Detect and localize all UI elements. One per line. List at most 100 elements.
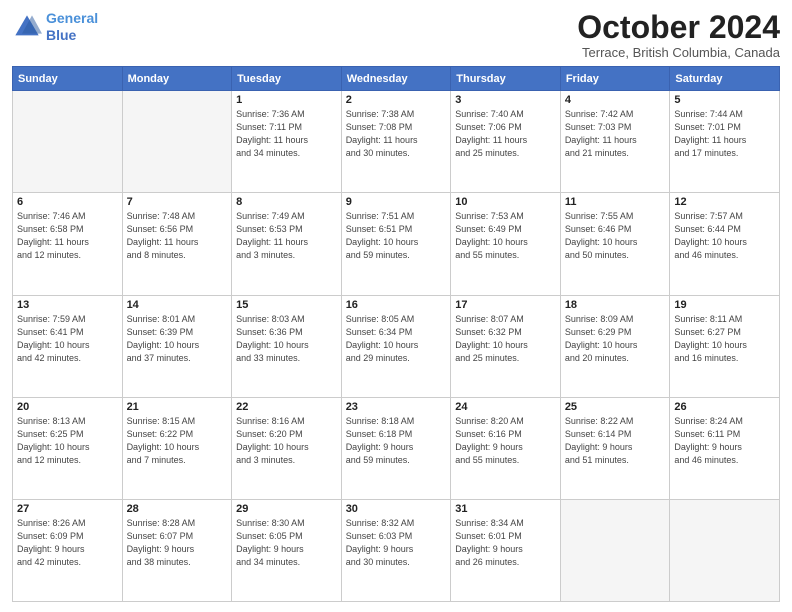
day-number: 21 (127, 401, 228, 413)
day-number: 26 (674, 401, 775, 413)
day-number: 11 (565, 196, 666, 208)
day-info: Sunrise: 7:46 AMSunset: 6:58 PMDaylight:… (17, 210, 118, 262)
day-number: 27 (17, 503, 118, 515)
day-number: 3 (455, 94, 556, 106)
day-number: 16 (346, 299, 447, 311)
day-info: Sunrise: 7:48 AMSunset: 6:56 PMDaylight:… (127, 210, 228, 262)
calendar-cell: 17Sunrise: 8:07 AMSunset: 6:32 PMDayligh… (451, 295, 561, 397)
calendar-cell: 7 Sunrise: 7:48 AMSunset: 6:56 PMDaylight… (122, 193, 232, 295)
calendar-cell: 20 Sunrise: 8:13 AMSunset: 6:25 PMDayligh… (13, 397, 123, 499)
day-info: Sunrise: 8:13 AMSunset: 6:25 PMDaylight:… (17, 415, 118, 467)
calendar-cell: 19 Sunrise: 8:11 AMSunset: 6:27 PMDayligh… (670, 295, 780, 397)
day-info: Sunrise: 8:24 AMSunset: 6:11 PMDaylight:… (674, 415, 775, 467)
day-number: 17 (455, 299, 556, 311)
logo: General Blue (12, 10, 98, 44)
day-info: Sunrise: 7:40 AMSunset: 7:06 PMDaylight:… (455, 108, 556, 160)
calendar-cell: 2Sunrise: 7:38 AMSunset: 7:08 PMDaylight… (341, 91, 451, 193)
day-number: 5 (674, 94, 775, 106)
calendar-week-2: 6 Sunrise: 7:46 AMSunset: 6:58 PMDaylight… (13, 193, 780, 295)
calendar-week-4: 20 Sunrise: 8:13 AMSunset: 6:25 PMDayligh… (13, 397, 780, 499)
day-number: 7 (127, 196, 228, 208)
day-number: 22 (236, 401, 337, 413)
day-number: 12 (674, 196, 775, 208)
calendar-cell: 10Sunrise: 7:53 AMSunset: 6:49 PMDayligh… (451, 193, 561, 295)
calendar-cell: 26 Sunrise: 8:24 AMSunset: 6:11 PMDayligh… (670, 397, 780, 499)
day-info: Sunrise: 8:16 AMSunset: 6:20 PMDaylight:… (236, 415, 337, 467)
day-info: Sunrise: 8:15 AMSunset: 6:22 PMDaylight:… (127, 415, 228, 467)
day-number: 29 (236, 503, 337, 515)
day-info: Sunrise: 7:44 AMSunset: 7:01 PMDaylight:… (674, 108, 775, 160)
calendar-cell: 23 Sunrise: 8:18 AMSunset: 6:18 PMDayligh… (341, 397, 451, 499)
calendar-cell: 1Sunrise: 7:36 AMSunset: 7:11 PMDaylight… (232, 91, 342, 193)
day-number: 19 (674, 299, 775, 311)
calendar-cell: 3 Sunrise: 7:40 AMSunset: 7:06 PMDaylight… (451, 91, 561, 193)
calendar-cell: 15Sunrise: 8:03 AMSunset: 6:36 PMDayligh… (232, 295, 342, 397)
calendar-cell: 8 Sunrise: 7:49 AMSunset: 6:53 PMDaylight… (232, 193, 342, 295)
day-number: 14 (127, 299, 228, 311)
title-area: October 2024 Terrace, British Columbia, … (577, 10, 780, 60)
day-number: 20 (17, 401, 118, 413)
day-number: 25 (565, 401, 666, 413)
calendar-cell: 31 Sunrise: 8:34 AMSunset: 6:01 PMDayligh… (451, 499, 561, 601)
calendar-cell: 12 Sunrise: 7:57 AMSunset: 6:44 PMDayligh… (670, 193, 780, 295)
logo-icon (12, 12, 42, 42)
day-number: 31 (455, 503, 556, 515)
day-number: 28 (127, 503, 228, 515)
day-info: Sunrise: 7:57 AMSunset: 6:44 PMDaylight:… (674, 210, 775, 262)
day-number: 2 (346, 94, 447, 106)
day-info: Sunrise: 8:05 AMSunset: 6:34 PMDaylight:… (346, 313, 447, 365)
day-info: Sunrise: 8:01 AMSunset: 6:39 PMDaylight:… (127, 313, 228, 365)
calendar-table: SundayMondayTuesdayWednesdayThursdayFrid… (12, 66, 780, 602)
calendar-cell: 28 Sunrise: 8:28 AMSunset: 6:07 PMDayligh… (122, 499, 232, 601)
calendar-cell: 9 Sunrise: 7:51 AMSunset: 6:51 PMDaylight… (341, 193, 451, 295)
day-info: Sunrise: 8:34 AMSunset: 6:01 PMDaylight:… (455, 517, 556, 569)
logo-line1: General (46, 10, 98, 26)
day-info: Sunrise: 7:55 AMSunset: 6:46 PMDaylight:… (565, 210, 666, 262)
calendar-week-1: 1Sunrise: 7:36 AMSunset: 7:11 PMDaylight… (13, 91, 780, 193)
day-number: 6 (17, 196, 118, 208)
day-info: Sunrise: 8:26 AMSunset: 6:09 PMDaylight:… (17, 517, 118, 569)
calendar-cell (122, 91, 232, 193)
day-info: Sunrise: 7:51 AMSunset: 6:51 PMDaylight:… (346, 210, 447, 262)
day-info: Sunrise: 8:22 AMSunset: 6:14 PMDaylight:… (565, 415, 666, 467)
day-number: 18 (565, 299, 666, 311)
day-number: 15 (236, 299, 337, 311)
calendar-cell: 30Sunrise: 8:32 AMSunset: 6:03 PMDayligh… (341, 499, 451, 601)
calendar-cell: 24Sunrise: 8:20 AMSunset: 6:16 PMDayligh… (451, 397, 561, 499)
day-info: Sunrise: 7:42 AMSunset: 7:03 PMDaylight:… (565, 108, 666, 160)
month-title: October 2024 (577, 10, 780, 45)
calendar-cell: 4Sunrise: 7:42 AMSunset: 7:03 PMDaylight… (560, 91, 670, 193)
day-of-week-saturday: Saturday (670, 67, 780, 91)
day-info: Sunrise: 8:28 AMSunset: 6:07 PMDaylight:… (127, 517, 228, 569)
day-info: Sunrise: 8:11 AMSunset: 6:27 PMDaylight:… (674, 313, 775, 365)
calendar-week-5: 27 Sunrise: 8:26 AMSunset: 6:09 PMDayligh… (13, 499, 780, 601)
calendar-cell: 14 Sunrise: 8:01 AMSunset: 6:39 PMDayligh… (122, 295, 232, 397)
calendar-cell: 22 Sunrise: 8:16 AMSunset: 6:20 PMDayligh… (232, 397, 342, 499)
calendar-cell: 18 Sunrise: 8:09 AMSunset: 6:29 PMDayligh… (560, 295, 670, 397)
day-number: 23 (346, 401, 447, 413)
day-of-week-tuesday: Tuesday (232, 67, 342, 91)
day-info: Sunrise: 8:30 AMSunset: 6:05 PMDaylight:… (236, 517, 337, 569)
day-number: 1 (236, 94, 337, 106)
day-of-week-monday: Monday (122, 67, 232, 91)
calendar-cell: 21 Sunrise: 8:15 AMSunset: 6:22 PMDayligh… (122, 397, 232, 499)
day-info: Sunrise: 8:09 AMSunset: 6:29 PMDaylight:… (565, 313, 666, 365)
calendar-cell (560, 499, 670, 601)
page: General Blue October 2024 Terrace, Briti… (0, 0, 792, 612)
calendar-cell: 16 Sunrise: 8:05 AMSunset: 6:34 PMDayligh… (341, 295, 451, 397)
calendar-cell: 25 Sunrise: 8:22 AMSunset: 6:14 PMDayligh… (560, 397, 670, 499)
day-info: Sunrise: 7:59 AMSunset: 6:41 PMDaylight:… (17, 313, 118, 365)
day-number: 9 (346, 196, 447, 208)
calendar-cell: 27 Sunrise: 8:26 AMSunset: 6:09 PMDayligh… (13, 499, 123, 601)
day-number: 10 (455, 196, 556, 208)
day-of-week-friday: Friday (560, 67, 670, 91)
day-of-week-wednesday: Wednesday (341, 67, 451, 91)
logo-line2: Blue (46, 27, 76, 43)
day-info: Sunrise: 8:20 AMSunset: 6:16 PMDaylight:… (455, 415, 556, 467)
day-info: Sunrise: 8:32 AMSunset: 6:03 PMDaylight:… (346, 517, 447, 569)
day-info: Sunrise: 8:18 AMSunset: 6:18 PMDaylight:… (346, 415, 447, 467)
calendar-cell: 11 Sunrise: 7:55 AMSunset: 6:46 PMDayligh… (560, 193, 670, 295)
calendar-week-3: 13Sunrise: 7:59 AMSunset: 6:41 PMDayligh… (13, 295, 780, 397)
day-number: 8 (236, 196, 337, 208)
day-info: Sunrise: 7:49 AMSunset: 6:53 PMDaylight:… (236, 210, 337, 262)
